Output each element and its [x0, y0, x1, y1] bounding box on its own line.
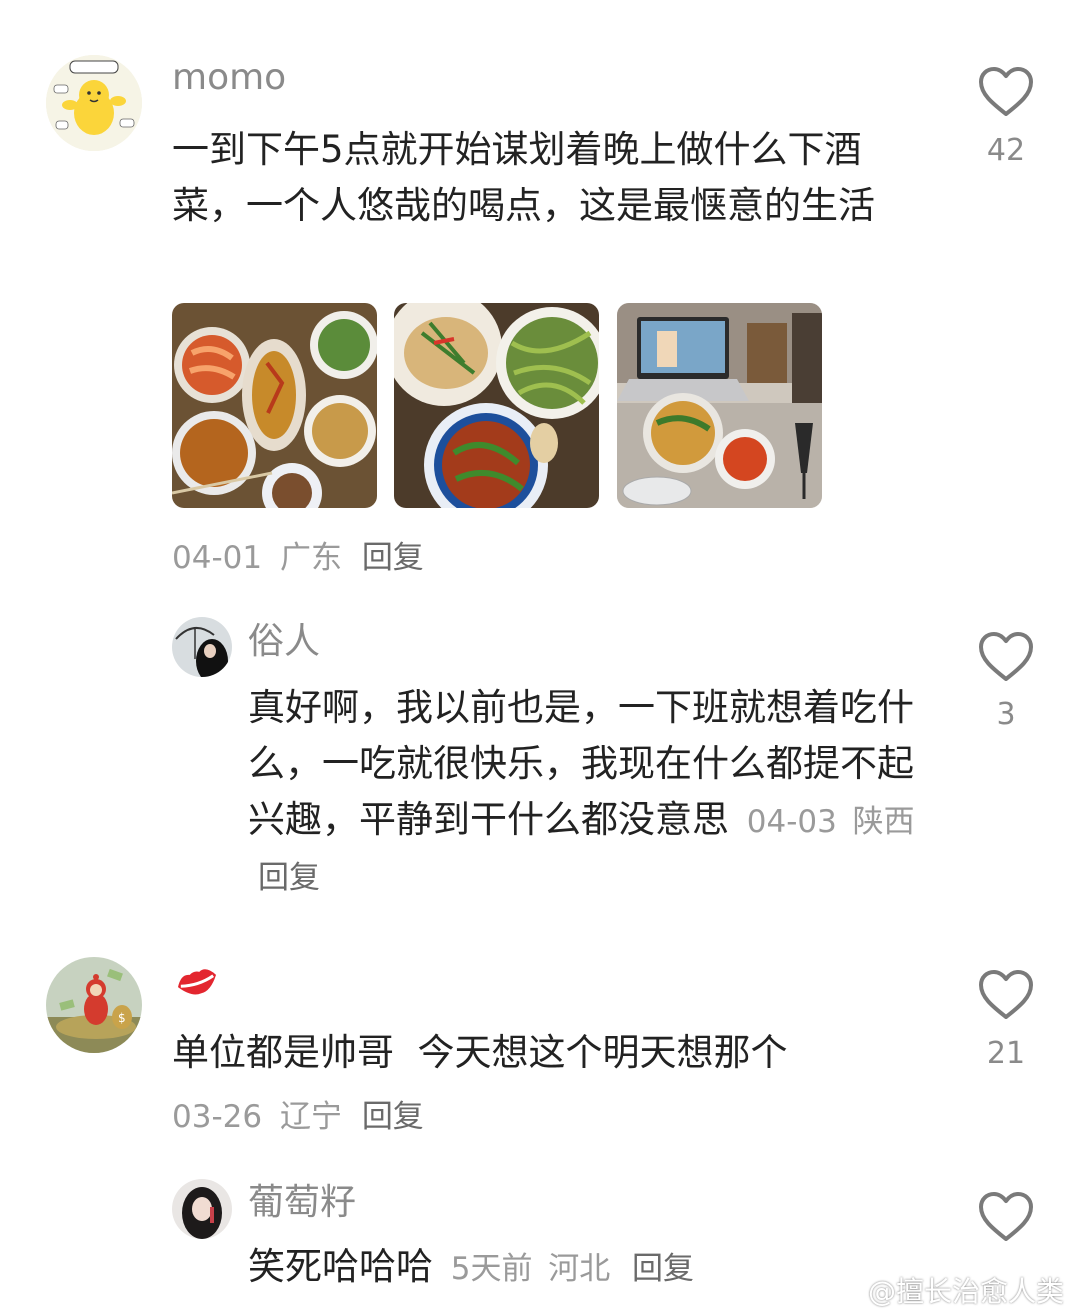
reply-username[interactable]: 葡萄籽 — [248, 1183, 356, 1223]
like-button[interactable] — [978, 66, 1034, 118]
reply-text-body: 笑死哈哈哈 — [248, 1245, 433, 1288]
reply-button[interactable]: 回复 — [362, 540, 424, 576]
like-button[interactable] — [978, 1191, 1034, 1243]
photo-laptop-table-icon — [617, 303, 822, 508]
comment-meta: 04-01 广东 回复 — [172, 538, 424, 578]
reply-username[interactable]: 俗人 — [248, 622, 320, 662]
reply-button[interactable]: 回复 — [632, 1251, 694, 1287]
reply-date: 04-03 — [746, 804, 837, 840]
watermark-text: @擅长治愈人类 — [868, 1275, 1065, 1308]
like-button[interactable] — [978, 969, 1034, 1021]
comment-photo[interactable] — [394, 303, 599, 508]
reply-button[interactable]: 回复 — [258, 860, 320, 896]
like-button[interactable] — [978, 631, 1034, 683]
heart-icon — [979, 1192, 1033, 1241]
avatar-teletubby-money-icon: $ — [46, 957, 142, 1053]
comment-text: 单位都是帅哥 今天想这个明天想那个 — [172, 1031, 788, 1074]
reply-button[interactable]: 回复 — [362, 1099, 424, 1135]
reply-date: 5天前 — [450, 1251, 533, 1287]
like-count: 21 — [986, 1036, 1026, 1071]
photo-seafood-dinner-icon — [172, 303, 377, 508]
comment-date: 04-01 — [172, 540, 263, 576]
comment-photo[interactable] — [617, 303, 822, 508]
avatar-yellow-cartoon-icon — [46, 55, 142, 151]
avatar[interactable]: $ — [46, 957, 142, 1053]
comment-date: 03-26 — [172, 1099, 263, 1135]
svg-text:$: $ — [118, 1011, 126, 1025]
heart-icon — [979, 632, 1033, 681]
reply-text: 真好啊，我以前也是，一下班就想着吃什么，一吃就很快乐，我现在什么都提不起兴趣，平… — [248, 680, 928, 904]
comment-location: 广东 — [279, 540, 342, 576]
heart-icon — [979, 970, 1033, 1019]
avatar-dark-hair-girl-icon — [172, 1179, 232, 1239]
heart-icon — [979, 67, 1033, 116]
avatar[interactable] — [172, 617, 232, 677]
reply-location: 河北 — [548, 1251, 611, 1287]
avatar[interactable] — [172, 1179, 232, 1239]
like-count: 42 — [986, 133, 1026, 168]
comment-username[interactable]: momo — [172, 58, 286, 98]
comment-location: 辽宁 — [279, 1099, 342, 1135]
avatar[interactable] — [46, 55, 142, 151]
comment-text: 一到下午5点就开始谋划着晚上做什么下酒菜，一个人悠哉的喝点，这是最惬意的生活 — [172, 128, 875, 227]
weibo-logo-icon — [830, 1270, 866, 1300]
comment-meta: 03-26 辽宁 回复 — [172, 1097, 424, 1137]
like-count: 3 — [996, 697, 1016, 732]
avatar-girl-umbrella-icon — [172, 617, 232, 677]
red-lips-icon — [174, 961, 220, 1001]
reply-location: 陕西 — [852, 804, 915, 840]
comment-photo[interactable] — [172, 303, 377, 508]
photo-fish-and-beans-icon — [394, 303, 599, 508]
